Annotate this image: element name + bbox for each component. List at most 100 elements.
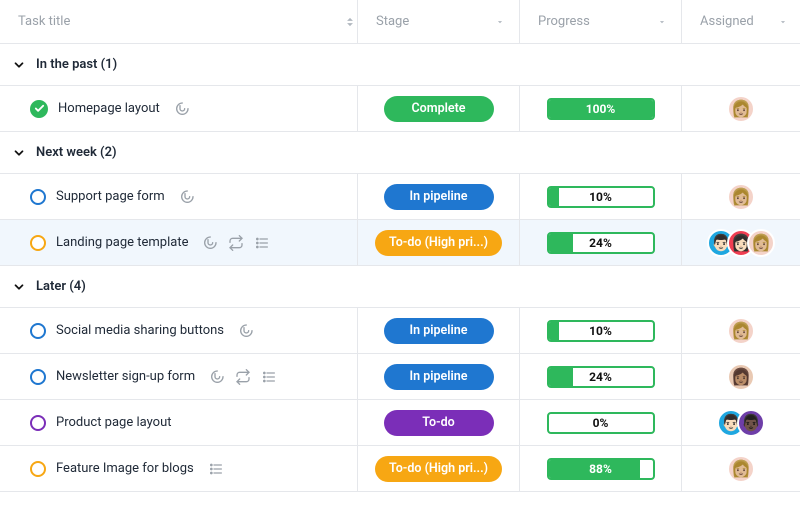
avatar[interactable]: 👩🏽: [727, 363, 755, 391]
cell-title[interactable]: Landing page template: [0, 220, 358, 265]
cell-assigned[interactable]: 👩🏼: [682, 174, 800, 219]
cell-stage[interactable]: To-do (High pri...): [358, 446, 520, 491]
list-icon: [254, 235, 270, 251]
progress-bar: 100%: [547, 98, 655, 120]
avatar[interactable]: 👩🏼: [727, 317, 755, 345]
column-header-progress[interactable]: Progress: [520, 0, 682, 43]
task-row[interactable]: Social media sharing buttons In pipeline 1…: [0, 308, 800, 354]
cell-assigned[interactable]: 👩🏽: [682, 354, 800, 399]
stage-pill: In pipeline: [384, 364, 494, 390]
task-title: Support page form: [56, 189, 165, 204]
cell-title[interactable]: Support page form: [0, 174, 358, 219]
column-header-assigned-label: Assigned: [700, 14, 778, 29]
column-header-progress-label: Progress: [538, 14, 657, 29]
cell-assigned[interactable]: 👩🏼: [682, 86, 800, 131]
cell-title[interactable]: Newsletter sign-up form: [0, 354, 358, 399]
assignees[interactable]: 👩🏼: [727, 317, 755, 345]
caret-down-icon[interactable]: [778, 17, 788, 27]
progress-text: 24%: [549, 368, 653, 386]
avatar[interactable]: 👨🏿: [737, 409, 765, 437]
group-header[interactable]: Later (4): [0, 266, 800, 308]
attachment-icon: [202, 235, 218, 251]
repeat-icon: [228, 235, 244, 251]
cell-title[interactable]: Product page layout: [0, 400, 358, 445]
cell-progress[interactable]: 100%: [520, 86, 682, 131]
cell-stage[interactable]: To-do: [358, 400, 520, 445]
cell-progress[interactable]: 10%: [520, 308, 682, 353]
avatar[interactable]: 👩🏼: [727, 455, 755, 483]
cell-progress[interactable]: 24%: [520, 220, 682, 265]
progress-text: 0%: [549, 414, 653, 432]
repeat-icon: [235, 369, 251, 385]
cell-stage[interactable]: To-do (High pri...): [358, 220, 520, 265]
column-header-title-label: Task title: [18, 14, 343, 29]
cell-title[interactable]: Social media sharing buttons: [0, 308, 358, 353]
attachment-icon: [238, 323, 254, 339]
stage-pill: In pipeline: [384, 318, 494, 344]
cell-stage[interactable]: In pipeline: [358, 174, 520, 219]
cell-stage[interactable]: In pipeline: [358, 308, 520, 353]
task-row[interactable]: Landing page templateTo-do (High pri...)…: [0, 220, 800, 266]
list-icon: [261, 369, 277, 385]
progress-bar: 24%: [547, 232, 655, 254]
cell-assigned[interactable]: 👨🏻👨🏿: [682, 400, 800, 445]
status-ring-icon: [30, 323, 46, 339]
cell-stage[interactable]: In pipeline: [358, 354, 520, 399]
cell-assigned[interactable]: 👩🏼: [682, 308, 800, 353]
cell-title[interactable]: Feature Image for blogs: [0, 446, 358, 491]
cell-progress[interactable]: 0%: [520, 400, 682, 445]
stage-pill: Complete: [384, 96, 494, 122]
stage-pill: To-do (High pri...): [375, 456, 502, 482]
assignees[interactable]: 👨🏻👨🏿: [717, 409, 765, 437]
task-row[interactable]: Newsletter sign-up form In pipeline 24% 👩🏽: [0, 354, 800, 400]
group-header[interactable]: Next week (2): [0, 132, 800, 174]
table-header: Task title Stage Progress Assigned: [0, 0, 800, 44]
caret-down-icon[interactable]: [657, 17, 667, 27]
avatar[interactable]: 👩🏼: [727, 95, 755, 123]
chevron-down-icon: [12, 146, 26, 160]
task-title: Feature Image for blogs: [56, 461, 194, 476]
assignees[interactable]: 👩🏼: [727, 95, 755, 123]
assignees[interactable]: 👩🏼: [727, 183, 755, 211]
list-icon: [208, 461, 224, 477]
progress-bar: 0%: [547, 412, 655, 434]
attachment-icon: [179, 189, 195, 205]
status-ring-icon: [30, 235, 46, 251]
cell-progress[interactable]: 88%: [520, 446, 682, 491]
cell-progress[interactable]: 24%: [520, 354, 682, 399]
status-complete-icon: [30, 100, 48, 118]
progress-text: 88%: [549, 460, 653, 478]
task-title: Product page layout: [56, 415, 172, 430]
column-header-stage-label: Stage: [376, 14, 495, 29]
cell-stage[interactable]: Complete: [358, 86, 520, 131]
stage-pill: To-do: [384, 410, 494, 436]
task-row[interactable]: Homepage layout Complete 100% 👩🏼: [0, 86, 800, 132]
avatar[interactable]: 👩🏼: [727, 183, 755, 211]
attachment-icon: [209, 369, 225, 385]
status-ring-icon: [30, 369, 46, 385]
assignees[interactable]: 👩🏽: [727, 363, 755, 391]
group-label: Later (4): [36, 279, 86, 294]
progress-text: 24%: [549, 234, 653, 252]
column-header-assigned[interactable]: Assigned: [682, 0, 800, 43]
cell-title[interactable]: Homepage layout: [0, 86, 358, 131]
cell-assigned[interactable]: 👨🏻👩🏻👩🏼: [682, 220, 800, 265]
cell-progress[interactable]: 10%: [520, 174, 682, 219]
task-row[interactable]: Product page layout To-do 0% 👨🏻👨🏿: [0, 400, 800, 446]
cell-assigned[interactable]: 👩🏼: [682, 446, 800, 491]
group-label: Next week (2): [36, 145, 117, 160]
caret-down-icon[interactable]: [495, 17, 505, 27]
chevron-down-icon: [12, 280, 26, 294]
progress-bar: 88%: [547, 458, 655, 480]
group-header[interactable]: In the past (1): [0, 44, 800, 86]
avatar[interactable]: 👩🏼: [747, 229, 775, 257]
task-row[interactable]: Feature Image for blogs To-do (High pri..…: [0, 446, 800, 492]
sort-icon[interactable]: [343, 15, 357, 29]
assignees[interactable]: 👩🏼: [727, 455, 755, 483]
status-ring-icon: [30, 461, 46, 477]
column-header-title[interactable]: Task title: [0, 0, 358, 43]
task-row[interactable]: Support page form In pipeline10% 👩🏼: [0, 174, 800, 220]
column-header-stage[interactable]: Stage: [358, 0, 520, 43]
task-title: Social media sharing buttons: [56, 323, 224, 338]
assignees[interactable]: 👨🏻👩🏻👩🏼: [707, 229, 775, 257]
